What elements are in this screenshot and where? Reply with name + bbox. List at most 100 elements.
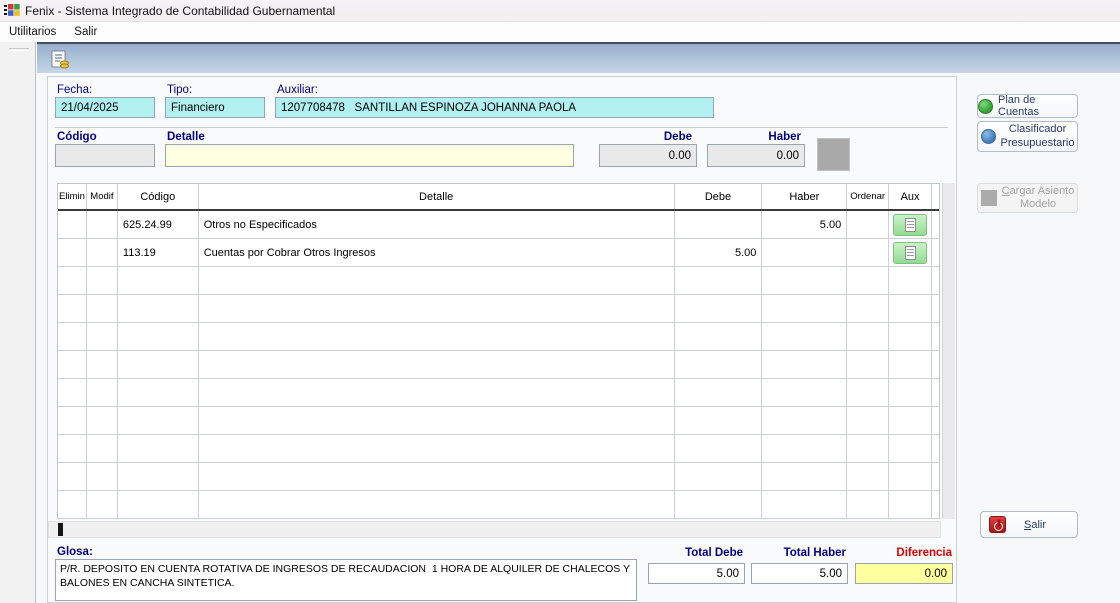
glosa-label: Glosa: (57, 546, 93, 558)
cell-ordenar (847, 435, 889, 463)
cell-filler (932, 267, 939, 295)
cell-ordenar (847, 323, 889, 351)
cell-codigo: 625.24.99 (118, 211, 199, 239)
cell-modif (87, 435, 118, 463)
cell-modif (87, 491, 118, 519)
auxiliar-field[interactable]: 1207708478 SANTILLAN ESPINOZA JOHANNA PA… (275, 97, 714, 118)
cell-filler (932, 379, 939, 407)
cell-filler (932, 463, 939, 491)
cell-modif (87, 295, 118, 323)
cell-ordenar (847, 407, 889, 435)
cell-haber (762, 323, 847, 351)
haber-input[interactable]: 0.00 (707, 144, 805, 167)
cell-aux (889, 351, 932, 379)
cell-codigo (118, 379, 199, 407)
glosa-textarea[interactable]: P/R. DEPOSITO EN CUENTA ROTATIVA DE INGR… (55, 559, 637, 601)
cell-elimin (58, 211, 87, 239)
header-codigo: Código (118, 184, 199, 209)
cell-elimin (58, 379, 87, 407)
add-entry-square-button[interactable] (817, 138, 850, 171)
cell-detalle (199, 491, 675, 519)
codigo-input[interactable] (55, 144, 155, 167)
cell-modif (87, 323, 118, 351)
green-sphere-icon (978, 99, 993, 114)
cell-debe (675, 351, 763, 379)
table-row (58, 491, 939, 519)
total-haber-field: 5.00 (751, 563, 848, 584)
auxiliar-label: Auxiliar: (277, 84, 318, 96)
new-entry-toolbar-button[interactable] (46, 48, 74, 72)
cell-elimin (58, 267, 87, 295)
cell-codigo (118, 491, 199, 519)
table-row[interactable]: 625.24.99Otros no Especificados5.00 (58, 211, 939, 239)
cell-codigo (118, 323, 199, 351)
cell-detalle (199, 323, 675, 351)
fecha-field[interactable]: 21/04/2025 (55, 97, 155, 118)
cell-haber (762, 379, 847, 407)
aux-button[interactable] (893, 214, 927, 236)
cell-filler (932, 239, 939, 267)
cell-haber (762, 239, 847, 267)
table-row (58, 407, 939, 435)
cell-detalle (199, 379, 675, 407)
cell-codigo (118, 435, 199, 463)
cell-debe (675, 435, 763, 463)
detalle-input[interactable] (165, 144, 574, 167)
cell-detalle (199, 435, 675, 463)
menu-utilitarios[interactable]: Utilitarios (0, 24, 65, 40)
menu-salir[interactable]: Salir (65, 24, 106, 40)
header-ordenar: Ordenar (847, 184, 889, 209)
cargar-asiento-modelo-button[interactable]: Cargar AsientoModelo (977, 183, 1078, 213)
plan-de-cuentas-button[interactable]: Plan de Cuentas (977, 94, 1078, 118)
entries-table: Elimin Modif Código Detalle Debe Haber O… (57, 183, 940, 519)
cell-modif (87, 407, 118, 435)
header-filler (932, 184, 939, 209)
cell-modif (87, 463, 118, 491)
debe-label: Debe (599, 131, 692, 143)
plan-de-cuentas-label: Plan de Cuentas (998, 94, 1077, 118)
cell-detalle: Otros no Especificados (199, 211, 675, 239)
cell-detalle (199, 463, 675, 491)
cell-ordenar (847, 211, 889, 239)
cell-filler (932, 491, 939, 519)
cell-elimin (58, 323, 87, 351)
left-side-panel (0, 42, 36, 603)
debe-input[interactable]: 0.00 (599, 144, 697, 167)
cell-aux (889, 491, 932, 519)
menu-bar: Utilitarios Salir (0, 22, 1120, 42)
cell-codigo (118, 463, 199, 491)
cell-ordenar (847, 239, 889, 267)
vertical-scrollbar[interactable] (942, 183, 955, 519)
horizontal-scrollbar[interactable] (48, 521, 941, 538)
salir-label: Salir (1024, 519, 1046, 531)
table-row (58, 435, 939, 463)
total-debe-field: 5.00 (648, 563, 745, 584)
cell-codigo (118, 407, 199, 435)
table-body: 625.24.99Otros no Especificados5.00113.1… (58, 211, 939, 519)
document-icon (905, 218, 916, 232)
separator-line (55, 127, 948, 128)
salir-button[interactable]: Salir (980, 511, 1078, 538)
cell-haber (762, 491, 847, 519)
cell-debe (675, 407, 763, 435)
cell-ordenar (847, 295, 889, 323)
cell-aux (889, 379, 932, 407)
cell-aux (889, 295, 932, 323)
blue-sphere-icon (981, 129, 996, 144)
cell-ordenar (847, 379, 889, 407)
diferencia-label: Diferencia (855, 547, 952, 559)
header-debe: Debe (675, 184, 763, 209)
document-coins-icon (49, 50, 71, 70)
horizontal-scrollbar-thumb[interactable] (58, 523, 63, 536)
cell-debe (675, 491, 763, 519)
panel-grip[interactable] (9, 48, 29, 51)
clasificador-presupuestario-button[interactable]: ClasificadorPresupuestario (977, 121, 1078, 152)
tipo-field[interactable]: Financiero (165, 97, 265, 118)
window-title: Fenix - Sistema Integrado de Contabilida… (25, 4, 335, 18)
header-elimin: Elimin (58, 184, 87, 209)
detalle-label: Detalle (167, 131, 205, 143)
aux-button[interactable] (893, 242, 927, 264)
cell-modif (87, 379, 118, 407)
header-haber: Haber (762, 184, 847, 209)
table-row[interactable]: 113.19Cuentas por Cobrar Otros Ingresos5… (58, 239, 939, 267)
